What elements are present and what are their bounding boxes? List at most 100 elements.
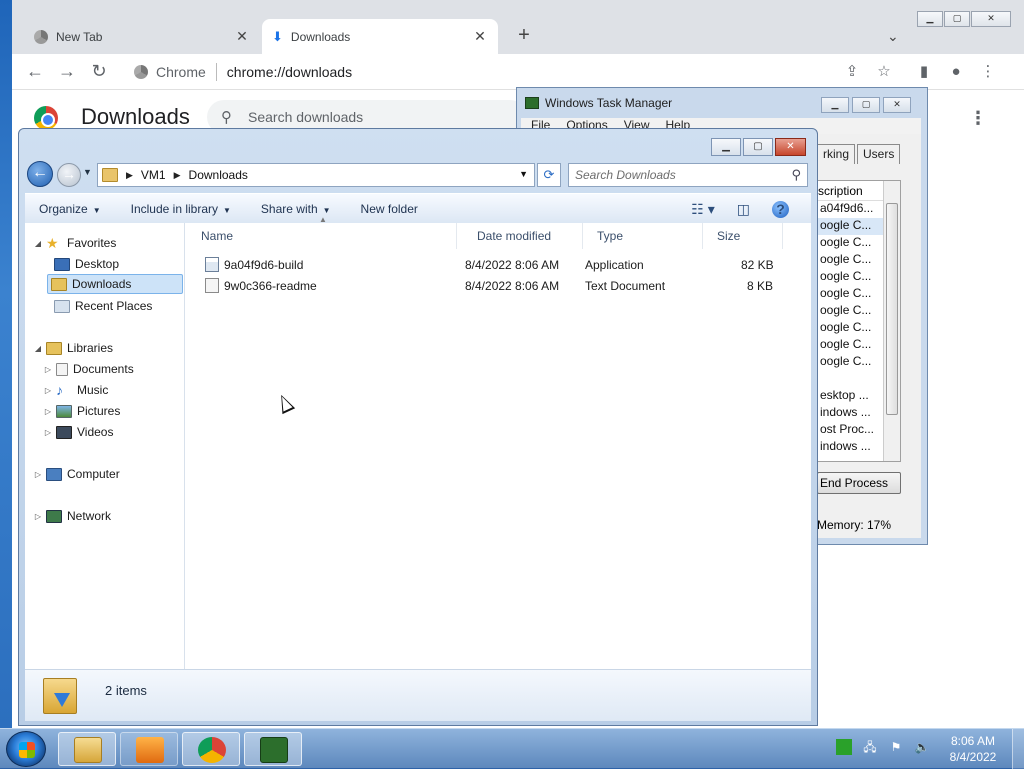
chevron-down-icon: ▼	[92, 205, 101, 215]
nav-documents[interactable]: ▷ Documents	[43, 359, 134, 379]
close-button[interactable]: ✕	[775, 138, 806, 156]
preview-pane-icon[interactable]: ◫	[737, 201, 750, 218]
history-dropdown-icon[interactable]: ▼	[83, 167, 92, 177]
nav-favorites[interactable]: ◢ ★ Favorites	[33, 233, 116, 253]
expand-arrow-icon[interactable]: ▷	[33, 470, 43, 479]
minimize-button[interactable]: ▁	[711, 138, 741, 156]
share-icon[interactable]: ⇪	[842, 62, 862, 82]
minimize-button[interactable]: ▁	[917, 11, 943, 27]
chrome-toolbar: ← → ↻ Chrome chrome://downloads ⇪ ☆ ▮ ● …	[12, 54, 1024, 90]
close-button[interactable]: ✕	[971, 11, 1011, 27]
taskbar-chrome[interactable]	[182, 732, 240, 766]
help-icon[interactable]: ?	[772, 200, 789, 218]
tab-users[interactable]: Users	[857, 144, 901, 164]
videos-icon	[56, 425, 72, 439]
nav-music[interactable]: ▷ ♪ Music	[43, 380, 108, 400]
omnibox[interactable]: Chrome chrome://downloads	[128, 58, 848, 86]
expand-arrow-icon[interactable]: ◢	[33, 239, 43, 248]
tab-downloads[interactable]: ⬇ Downloads ✕	[262, 19, 498, 54]
nav-libraries[interactable]: ◢ Libraries	[33, 338, 113, 358]
chrome-icon	[34, 29, 48, 44]
file-name: 9a04f9d6-build	[224, 258, 304, 272]
forward-arrow-icon[interactable]: →	[56, 61, 78, 83]
address-bar[interactable]: ▶ VM1 ▶ Downloads ▼	[97, 163, 535, 187]
clock[interactable]: 8:06 AM 8/4/2022	[940, 733, 1006, 765]
app-tray-icon[interactable]	[836, 739, 852, 755]
desktop-icon	[54, 257, 70, 271]
maximize-button[interactable]: ▢	[852, 97, 880, 113]
new-tab-button[interactable]: +	[512, 24, 536, 48]
action-center-flag-icon[interactable]: ⚑	[888, 739, 904, 755]
star-icon: ★	[46, 234, 59, 251]
start-button[interactable]	[6, 731, 46, 767]
maximize-button[interactable]: ▢	[944, 11, 970, 27]
process-list[interactable]: scription a04f9d6... oogle C... oogle C.…	[817, 180, 901, 462]
close-button[interactable]: ✕	[883, 97, 911, 113]
breadcrumb-vm1[interactable]: VM1	[141, 168, 166, 182]
tab-new-tab[interactable]: New Tab ✕	[24, 19, 260, 54]
column-size[interactable]: Size	[703, 223, 783, 249]
column-type[interactable]: Type	[583, 223, 703, 249]
new-folder-button[interactable]: New folder	[361, 202, 418, 216]
share-with-button[interactable]: Share with ▼	[261, 202, 331, 216]
tab-search-chevron-icon[interactable]: ⌄	[887, 28, 899, 45]
navigation-pane: ◢ ★ Favorites Desktop Downloads Recent P…	[25, 223, 185, 669]
close-tab-icon[interactable]: ✕	[234, 28, 250, 45]
taskbar-explorer[interactable]	[58, 732, 116, 766]
volume-icon[interactable]: 🔈	[914, 739, 930, 755]
file-row[interactable]: 9w0c366-readme 8/4/2022 8:06 AM Text Doc…	[201, 276, 801, 296]
nav-recent-places[interactable]: Recent Places	[51, 296, 152, 316]
nav-videos[interactable]: ▷ Videos	[43, 422, 114, 442]
show-desktop-button[interactable]	[1012, 729, 1024, 769]
address-dropdown-icon[interactable]: ▼	[519, 169, 528, 179]
site-chip: Chrome	[156, 64, 206, 80]
network-icon[interactable]: 🖧	[862, 739, 878, 755]
menu-dots-icon[interactable]: ⋮	[978, 62, 998, 82]
expand-arrow-icon[interactable]: ◢	[33, 344, 43, 353]
file-name: 9w0c366-readme	[224, 279, 317, 293]
column-date-modified[interactable]: Date modified	[463, 223, 583, 249]
taskbar-media-player[interactable]	[120, 732, 178, 766]
reload-icon[interactable]: ↻	[88, 61, 110, 83]
expand-arrow-icon[interactable]: ▷	[33, 512, 43, 521]
column-name[interactable]: Name	[187, 223, 457, 249]
taskbar-task-manager[interactable]	[244, 732, 302, 766]
view-options-icon[interactable]: ☷ ▾	[691, 201, 714, 218]
url-text[interactable]: chrome://downloads	[227, 64, 352, 80]
nav-computer[interactable]: ▷ Computer	[33, 464, 120, 484]
end-process-button[interactable]: End Process	[817, 472, 901, 494]
search-downloads-input[interactable]: Search Downloads ⚲	[568, 163, 808, 187]
vertical-scrollbar[interactable]	[883, 181, 900, 461]
nav-pictures[interactable]: ▷ Pictures	[43, 401, 120, 421]
search-icon[interactable]: ⚲	[791, 167, 801, 183]
nav-desktop[interactable]: Desktop	[51, 254, 119, 274]
expand-arrow-icon[interactable]: ▷	[43, 365, 53, 374]
back-arrow-icon[interactable]: ←	[27, 161, 53, 187]
breadcrumb-downloads[interactable]: Downloads	[189, 168, 248, 182]
tab-networking[interactable]: rking	[817, 144, 856, 164]
expand-arrow-icon[interactable]: ▷	[43, 407, 53, 416]
chrome-icon	[134, 65, 148, 79]
chevron-right-icon[interactable]: ▶	[174, 170, 181, 181]
profile-avatar-icon[interactable]: ●	[946, 62, 966, 82]
nav-downloads[interactable]: Downloads	[47, 274, 183, 294]
maximize-button[interactable]: ▢	[743, 138, 773, 156]
refresh-icon[interactable]: ⟳	[537, 163, 561, 187]
back-arrow-icon[interactable]: ←	[24, 61, 46, 83]
chevron-right-icon[interactable]: ▶	[126, 170, 133, 181]
include-in-library-button[interactable]: Include in library ▼	[131, 202, 231, 216]
more-actions-icon[interactable]: ⋮	[969, 108, 987, 129]
minimize-button[interactable]: ▁	[821, 97, 849, 113]
scrollbar-thumb[interactable]	[886, 203, 898, 415]
page-title: Downloads	[81, 104, 190, 129]
expand-arrow-icon[interactable]: ▷	[43, 386, 53, 395]
forward-arrow-icon[interactable]: →	[57, 163, 81, 187]
file-row[interactable]: 9a04f9d6-build 8/4/2022 8:06 AM Applicat…	[201, 255, 801, 275]
close-tab-icon[interactable]: ✕	[472, 28, 488, 45]
include-label: Include in library	[130, 201, 218, 216]
nav-network[interactable]: ▷ Network	[33, 506, 111, 526]
expand-arrow-icon[interactable]: ▷	[43, 428, 53, 437]
bookmark-star-icon[interactable]: ☆	[874, 62, 894, 82]
side-panel-icon[interactable]: ▮	[914, 62, 934, 82]
organize-button[interactable]: Organize ▼	[39, 202, 101, 216]
